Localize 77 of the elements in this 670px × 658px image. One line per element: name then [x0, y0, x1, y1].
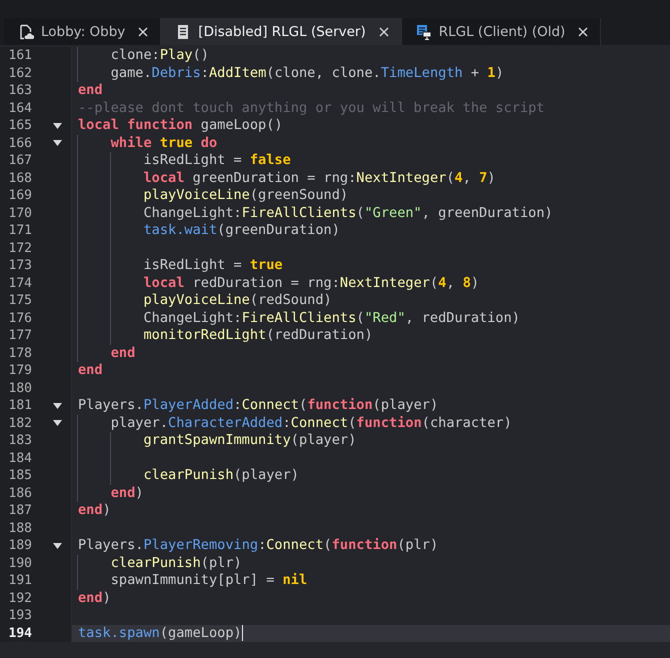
- client-script-icon: [416, 24, 432, 40]
- code-line: local redDuration = rng:NextInteger(4, 8): [142, 274, 480, 292]
- editor-tab[interactable]: Lobby: Obby: [4, 18, 162, 45]
- code-line: end): [78, 502, 111, 520]
- code-line: ChangeLight:FireAllClients("Red", redDuration): [142, 310, 520, 327]
- code-line: playVoiceLine(redSound): [142, 292, 332, 310]
- line-number: 192: [8, 590, 33, 607]
- line-number: 161: [8, 47, 33, 64]
- line-number: 164: [8, 100, 33, 117]
- fold-arrow-icon[interactable]: [53, 542, 62, 549]
- line-number: 189: [8, 537, 33, 554]
- line-number: 182: [8, 414, 33, 432]
- fold-arrow-icon[interactable]: [53, 420, 62, 426]
- line-number: 180: [8, 380, 33, 397]
- line-number: 188: [8, 520, 33, 537]
- text-cursor: [242, 625, 244, 642]
- code-line: playVoiceLine(greenSound): [142, 187, 348, 204]
- line-number: 167: [8, 152, 33, 170]
- code-line: end: [78, 362, 103, 380]
- line-number: 178: [8, 344, 33, 362]
- line-number: 169: [8, 187, 33, 204]
- line-number: 168: [8, 170, 33, 187]
- close-icon[interactable]: [138, 26, 148, 36]
- code-line: monitorRedLight(redDuration): [142, 327, 373, 344]
- line-number: 175: [8, 292, 33, 310]
- line-number: 165: [8, 117, 33, 134]
- line-number: 185: [8, 467, 33, 484]
- close-icon[interactable]: [578, 26, 588, 36]
- code-line: end: [110, 344, 136, 362]
- line-number: 171: [8, 222, 33, 240]
- editor-tab[interactable]: [Disabled] RLGL (Server): [161, 18, 402, 45]
- code-line: task.wait(greenDuration): [142, 222, 340, 240]
- code-line: end: [78, 82, 103, 100]
- code-line: task.spawn(gameLoop): [78, 624, 242, 642]
- code-line: spawnImmunity[plr] = nil: [110, 572, 308, 590]
- line-number: 184: [8, 450, 33, 467]
- line-number: 172: [8, 240, 33, 257]
- code-line: clearPunish(player): [142, 467, 299, 484]
- line-number: 166: [8, 134, 33, 152]
- line-number: 170: [8, 204, 33, 222]
- line-number: 176: [8, 310, 33, 327]
- code-line: isRedLight = false: [142, 152, 291, 170]
- code-line: clearPunish(plr): [110, 554, 242, 572]
- line-number: 190: [8, 554, 33, 572]
- document-cloud-icon: [18, 24, 34, 40]
- line-number: 193: [8, 607, 33, 624]
- line-number: 177: [8, 327, 33, 344]
- code-line: grantSpawnImmunity(player): [142, 432, 356, 450]
- line-number: 179: [8, 362, 33, 380]
- fold-arrow-icon[interactable]: [53, 122, 62, 129]
- code-line: isRedLight = true: [142, 257, 283, 274]
- line-number: 173: [8, 257, 33, 274]
- line-number: 181: [8, 397, 33, 414]
- code-line: ChangeLight:FireAllClients("Green", greenDuration): [142, 204, 553, 222]
- code-line: end): [110, 484, 144, 502]
- code-line: local greenDuration = rng:NextInteger(4, 7): [142, 170, 496, 187]
- code-line: game.Debris:AddItem(clone, clone.TimeLength + 1): [110, 64, 504, 82]
- code-line: end): [78, 590, 111, 607]
- code-line: Players.PlayerAdded:Connect(function(player): [78, 397, 438, 414]
- line-number: 194: [8, 624, 33, 642]
- line-number: 187: [8, 502, 33, 520]
- line-number: 183: [8, 432, 33, 450]
- editor-tab[interactable]: RLGL (Client) (Old): [402, 18, 602, 45]
- line-number: 186: [8, 484, 33, 502]
- line-number: 162: [8, 64, 33, 82]
- line-number: 163: [8, 82, 33, 100]
- code-line: Players.PlayerRemoving:Connect(function(plr): [78, 537, 438, 554]
- code-line: --please dont touch anything or you will break the script: [78, 100, 544, 117]
- code-line: while true do: [110, 134, 218, 152]
- fold-arrow-icon[interactable]: [53, 140, 62, 146]
- code-line: clone:Play(): [110, 47, 209, 64]
- line-number: 191: [8, 572, 33, 590]
- fold-arrow-icon[interactable]: [53, 402, 62, 409]
- code-line: local function gameLoop(): [78, 117, 283, 134]
- line-number: 174: [8, 274, 33, 292]
- code-line: player.CharacterAdded:Connect(function(character): [110, 414, 512, 432]
- close-icon[interactable]: [378, 26, 389, 36]
